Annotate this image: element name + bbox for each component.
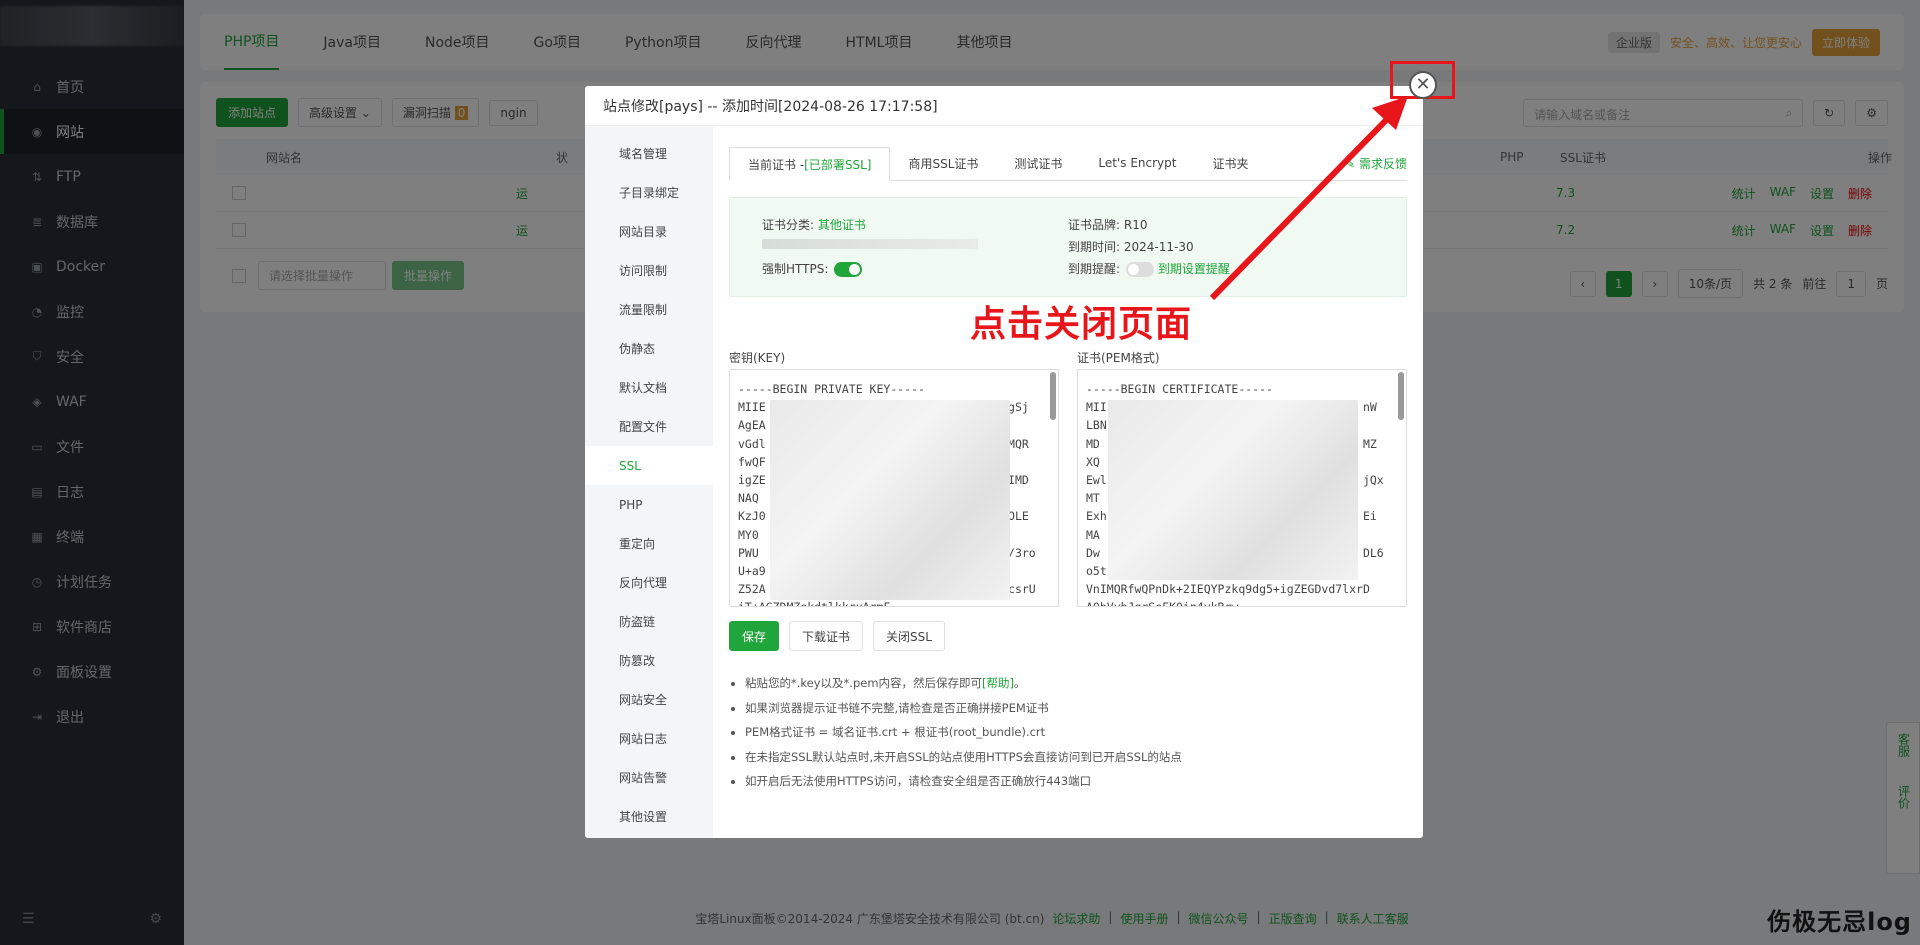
cert-tabs-other: 商用SSL证书 测试证书 Let's Encrypt 证书夹 — [890, 146, 1266, 180]
key-label: 密钥(KEY) — [729, 351, 786, 365]
redacted-domain — [762, 239, 978, 249]
modal-nav-item-13[interactable]: 防篡改 — [585, 641, 713, 680]
remind-label: 到期提醒: — [1068, 262, 1121, 276]
site-edit-modal: 站点修改[pays] -- 添加时间[2024-08-26 17:17:58] … — [585, 86, 1423, 838]
expire-row: 到期时间: 2024-11-30 — [1068, 238, 1194, 255]
text-line: -----BEGIN CERTIFICATE----- — [1086, 382, 1273, 396]
https-row: 强制HTTPS: — [762, 260, 863, 277]
https-label: 强制HTTPS: — [762, 262, 829, 276]
modal-nav-item-7[interactable]: 配置文件 — [585, 407, 713, 446]
modal-nav-item-2[interactable]: 网站目录 — [585, 212, 713, 251]
modal-nav-item-16[interactable]: 网站告警 — [585, 758, 713, 797]
tip-text: 如果浏览器提示证书链不完整,请检查是否正确拼接PEM证书 — [745, 700, 1049, 715]
expire-label: 到期时间: — [1068, 240, 1121, 254]
text-line: VnIMQRfwQPnDk+2IEQYPzkq9dg5+igZEGDvd7lxr… — [1086, 582, 1370, 597]
modal-nav-item-10[interactable]: 重定向 — [585, 524, 713, 563]
brand-label: 证书品牌: — [1068, 218, 1121, 232]
expire-value: 2024-11-30 — [1123, 240, 1194, 254]
modal-nav-item-14[interactable]: 网站安全 — [585, 680, 713, 719]
key-scrollbar[interactable] — [1050, 372, 1056, 420]
redacted-key — [770, 400, 1010, 600]
modal-nav-item-0[interactable]: 域名管理 — [585, 134, 713, 173]
feedback-link[interactable]: ✎ 需求反馈 — [1345, 155, 1407, 180]
modal-nav-item-12[interactable]: 防盗链 — [585, 602, 713, 641]
watermark: 伤极无忌log — [1767, 908, 1912, 936]
cert-info-box: 证书分类: 其他证书 强制HTTPS: 证书品牌: R10 到期时间: 2024… — [729, 197, 1407, 297]
ssl-actions: 保存 下载证书 关闭SSL — [729, 621, 945, 651]
tip-text: 粘贴您的*.key以及*.pem内容，然后保存即可 — [745, 676, 983, 690]
modal-nav-item-5[interactable]: 伪静态 — [585, 329, 713, 368]
domain-blur — [762, 238, 978, 252]
remind-link[interactable]: 到期设置提醒 — [1158, 262, 1230, 276]
modal-nav-item-6[interactable]: 默认文档 — [585, 368, 713, 407]
tip-item: PEM格式证书 = 域名证书.crt + 根证书(root_bundle).cr… — [745, 720, 1182, 745]
text-line: -----BEGIN PRIVATE KEY----- — [738, 382, 925, 396]
tip-item: 粘贴您的*.key以及*.pem内容，然后保存即可[帮助]。 — [745, 671, 1182, 696]
tab-current-status: [已部署SSL] — [804, 157, 872, 172]
annotation-text: 点击关闭页面 — [970, 304, 1193, 345]
tip-item: 如果浏览器提示证书链不完整,请检查是否正确拼接PEM证书 — [745, 696, 1182, 721]
brand-value: R10 — [1123, 218, 1148, 232]
category-row: 证书分类: 其他证书 — [762, 216, 866, 233]
tip-text: 在未指定SSL默认站点时,未开启SSL的站点使用HTTPS会直接访问到已开启SS… — [745, 749, 1182, 764]
cert-label: 证书(PEM格式) — [1077, 351, 1160, 365]
modal-nav-item-4[interactable]: 流量限制 — [585, 290, 713, 329]
save-button[interactable]: 保存 — [729, 621, 780, 651]
tab-current-cert[interactable]: 当前证书 - [已部署SSL] — [729, 147, 891, 181]
modal-nav-item-11[interactable]: 反向代理 — [585, 563, 713, 602]
feedback-label: 需求反馈 — [1358, 157, 1407, 171]
cert-scrollbar[interactable] — [1398, 372, 1404, 420]
modal-nav-item-9[interactable]: PHP — [585, 485, 713, 524]
cert-tabs: 当前证书 - [已部署SSL] 商用SSL证书 测试证书 Let's Encrypt… — [729, 146, 1407, 181]
tip-text: 如开启后无法使用HTTPS访问，请检查安全组是否正确放行443端口 — [745, 774, 1092, 788]
help-link[interactable]: [帮助] — [982, 676, 1014, 690]
tip-tail: 。 — [1014, 676, 1026, 690]
tab-cert-0[interactable]: 商用SSL证书 — [890, 146, 996, 180]
tip-text: PEM格式证书 = 域名证书.crt + 根证书(root_bundle).cr… — [745, 725, 1046, 739]
modal-nav-item-17[interactable]: 其他设置 — [585, 797, 713, 836]
download-cert-button[interactable]: 下载证书 — [789, 621, 864, 651]
category-label: 证书分类: — [762, 218, 815, 232]
tab-current-label: 当前证书 - — [748, 157, 805, 172]
tab-cert-2[interactable]: Let's Encrypt — [1080, 146, 1194, 180]
modal-nav: 域名管理 子目录绑定 网站目录 访问限制 流量限制 伪静态 默认文档 配置文件 SSL PHP 重定… — [585, 126, 713, 838]
tab-cert-1[interactable]: 测试证书 — [996, 146, 1080, 180]
tab-cert-3[interactable]: 证书夹 — [1194, 146, 1266, 180]
modal-nav-item-3[interactable]: 访问限制 — [585, 251, 713, 290]
close-ssl-button[interactable]: 关闭SSL — [873, 621, 945, 651]
cert-textarea[interactable]: -----BEGIN CERTIFICATE----- MII nW LBN MD M… — [1077, 369, 1407, 607]
ssl-panel: 当前证书 - [已部署SSL] 商用SSL证书 测试证书 Let's Encrypt… — [713, 126, 1423, 838]
remind-toggle[interactable] — [1126, 262, 1155, 277]
https-toggle[interactable] — [834, 262, 863, 277]
remind-row: 到期提醒: 到期设置提醒 — [1068, 260, 1230, 277]
modal-nav-item-15[interactable]: 网站日志 — [585, 719, 713, 758]
redacted-cert — [1108, 400, 1358, 580]
key-textarea[interactable]: -----BEGIN PRIVATE KEY----- MIIE gSj AgEA v… — [729, 369, 1059, 607]
modal-nav-item-8[interactable]: SSL — [585, 446, 713, 485]
modal-title: 站点修改[pays] -- 添加时间[2024-08-26 17:17:58] — [585, 86, 1423, 126]
modal-nav-item-1[interactable]: 子目录绑定 — [585, 173, 713, 212]
tip-item: 在未指定SSL默认站点时,未开启SSL的站点使用HTTPS会直接访问到已开启SS… — [745, 745, 1182, 770]
brand-row: 证书品牌: R10 — [1068, 216, 1147, 233]
tip-item: 如开启后无法使用HTTPS访问，请检查安全组是否正确放行443端口 — [745, 769, 1182, 794]
text-line: A0bVybJgrSeFK0in4ykBrw — [1086, 598, 1398, 606]
category-value: 其他证书 — [817, 218, 866, 232]
close-icon[interactable]: ✕ — [1409, 71, 1437, 99]
modal-body: 域名管理 子目录绑定 网站目录 访问限制 流量限制 伪静态 默认文档 配置文件 SSL PHP 重定… — [585, 126, 1423, 838]
ssl-tips: 粘贴您的*.key以及*.pem内容，然后保存即可[帮助]。如果浏览器提示证书链… — [745, 671, 1182, 794]
